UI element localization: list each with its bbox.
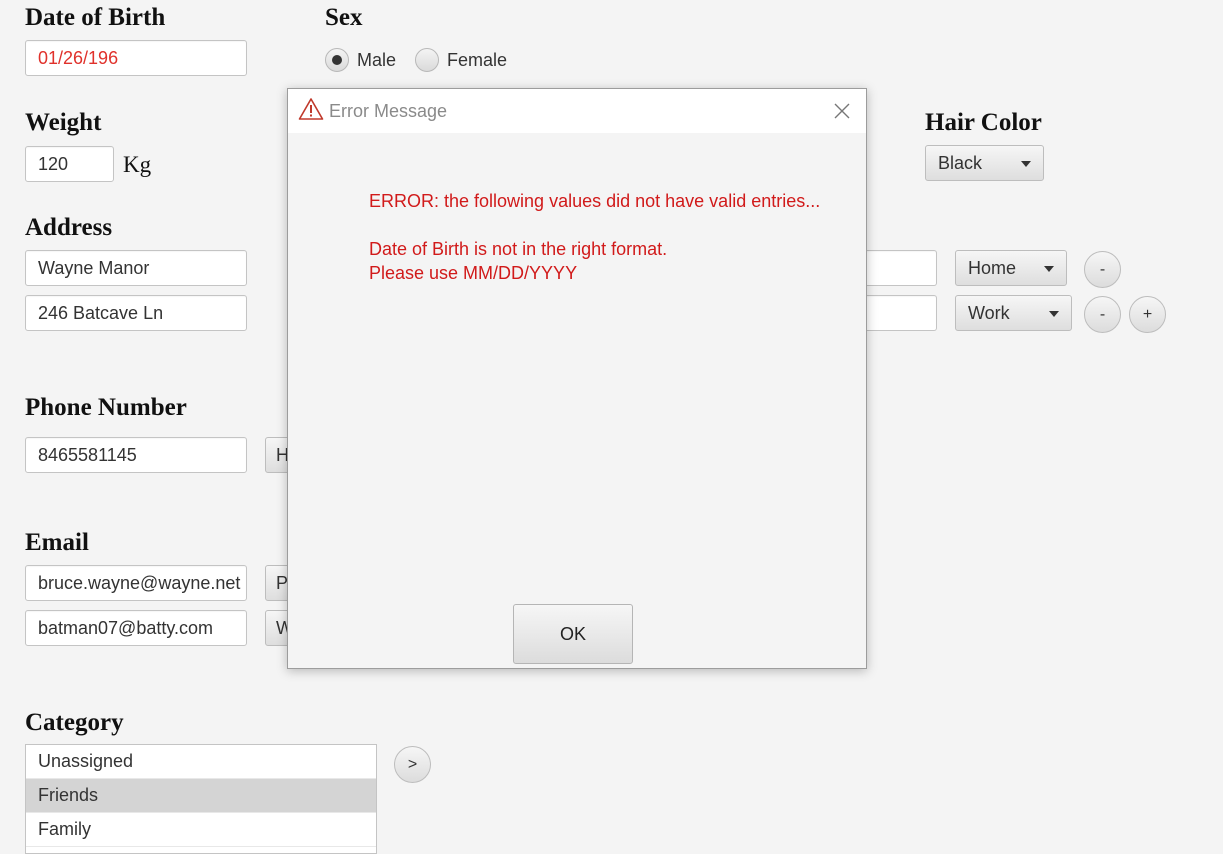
sex-label-male: Male [357, 50, 397, 70]
chevron-down-icon [1021, 161, 1031, 167]
add-address-button[interactable]: + [1129, 296, 1166, 333]
address-line-1-field[interactable]: Wayne Manor [25, 250, 247, 286]
dob-heading: Date of Birth [25, 4, 166, 31]
email-heading: Email [25, 529, 89, 556]
hair-color-value: Black [938, 152, 983, 173]
category-heading: Category [25, 709, 124, 736]
warning-triangle-icon [298, 98, 324, 120]
error-message-line-1: ERROR: the following values did not have… [369, 191, 821, 211]
address-line-2-field[interactable]: 246 Batcave Ln [25, 295, 247, 331]
phone-field[interactable]: 8465581145 [25, 437, 247, 473]
category-item-friends[interactable]: Friends [26, 779, 376, 813]
address-type-value-2: Work [968, 302, 1010, 323]
category-list[interactable]: Unassigned Friends Family [25, 744, 377, 854]
address-heading: Address [25, 214, 113, 241]
sex-label-female: Female [447, 50, 508, 70]
sex-radio-female[interactable] [415, 48, 439, 72]
error-message-line-2: Date of Birth is not in the right format… [369, 239, 668, 259]
email-field-1[interactable]: bruce.wayne@wayne.net [25, 565, 247, 601]
sex-radio-male[interactable] [325, 48, 349, 72]
radio-selected-dot [332, 55, 342, 65]
error-message-line-3: Please use MM/DD/YYYY [369, 263, 578, 283]
category-item-unassigned[interactable]: Unassigned [26, 745, 376, 779]
error-dialog: Error Message ERROR: the following value… [287, 88, 867, 669]
address-type-value-1: Home [968, 257, 1017, 278]
weight-unit: Kg [123, 152, 152, 177]
phone-heading: Phone Number [25, 394, 187, 421]
dob-field[interactable]: 01/26/196 [25, 40, 247, 76]
category-item-family[interactable]: Family [26, 813, 376, 847]
ok-button[interactable]: OK [513, 604, 633, 664]
address-type-select-1[interactable]: Home [955, 250, 1067, 286]
move-category-button[interactable]: > [394, 746, 431, 783]
hair-color-select[interactable]: Black [925, 145, 1044, 181]
dialog-titlebar[interactable]: Error Message [288, 89, 866, 133]
chevron-down-icon [1049, 311, 1059, 317]
email-field-2[interactable]: batman07@batty.com [25, 610, 247, 646]
hair-color-heading: Hair Color [925, 109, 1042, 136]
weight-heading: Weight [25, 109, 102, 136]
dialog-title: Error Message [329, 101, 448, 121]
chevron-down-icon [1044, 266, 1054, 272]
remove-address-1-button[interactable]: - [1084, 251, 1121, 288]
address-type-select-2[interactable]: Work [955, 295, 1072, 331]
sex-heading: Sex [325, 4, 363, 31]
close-icon[interactable] [832, 101, 852, 121]
weight-field[interactable]: 120 [25, 146, 114, 182]
remove-address-2-button[interactable]: - [1084, 296, 1121, 333]
